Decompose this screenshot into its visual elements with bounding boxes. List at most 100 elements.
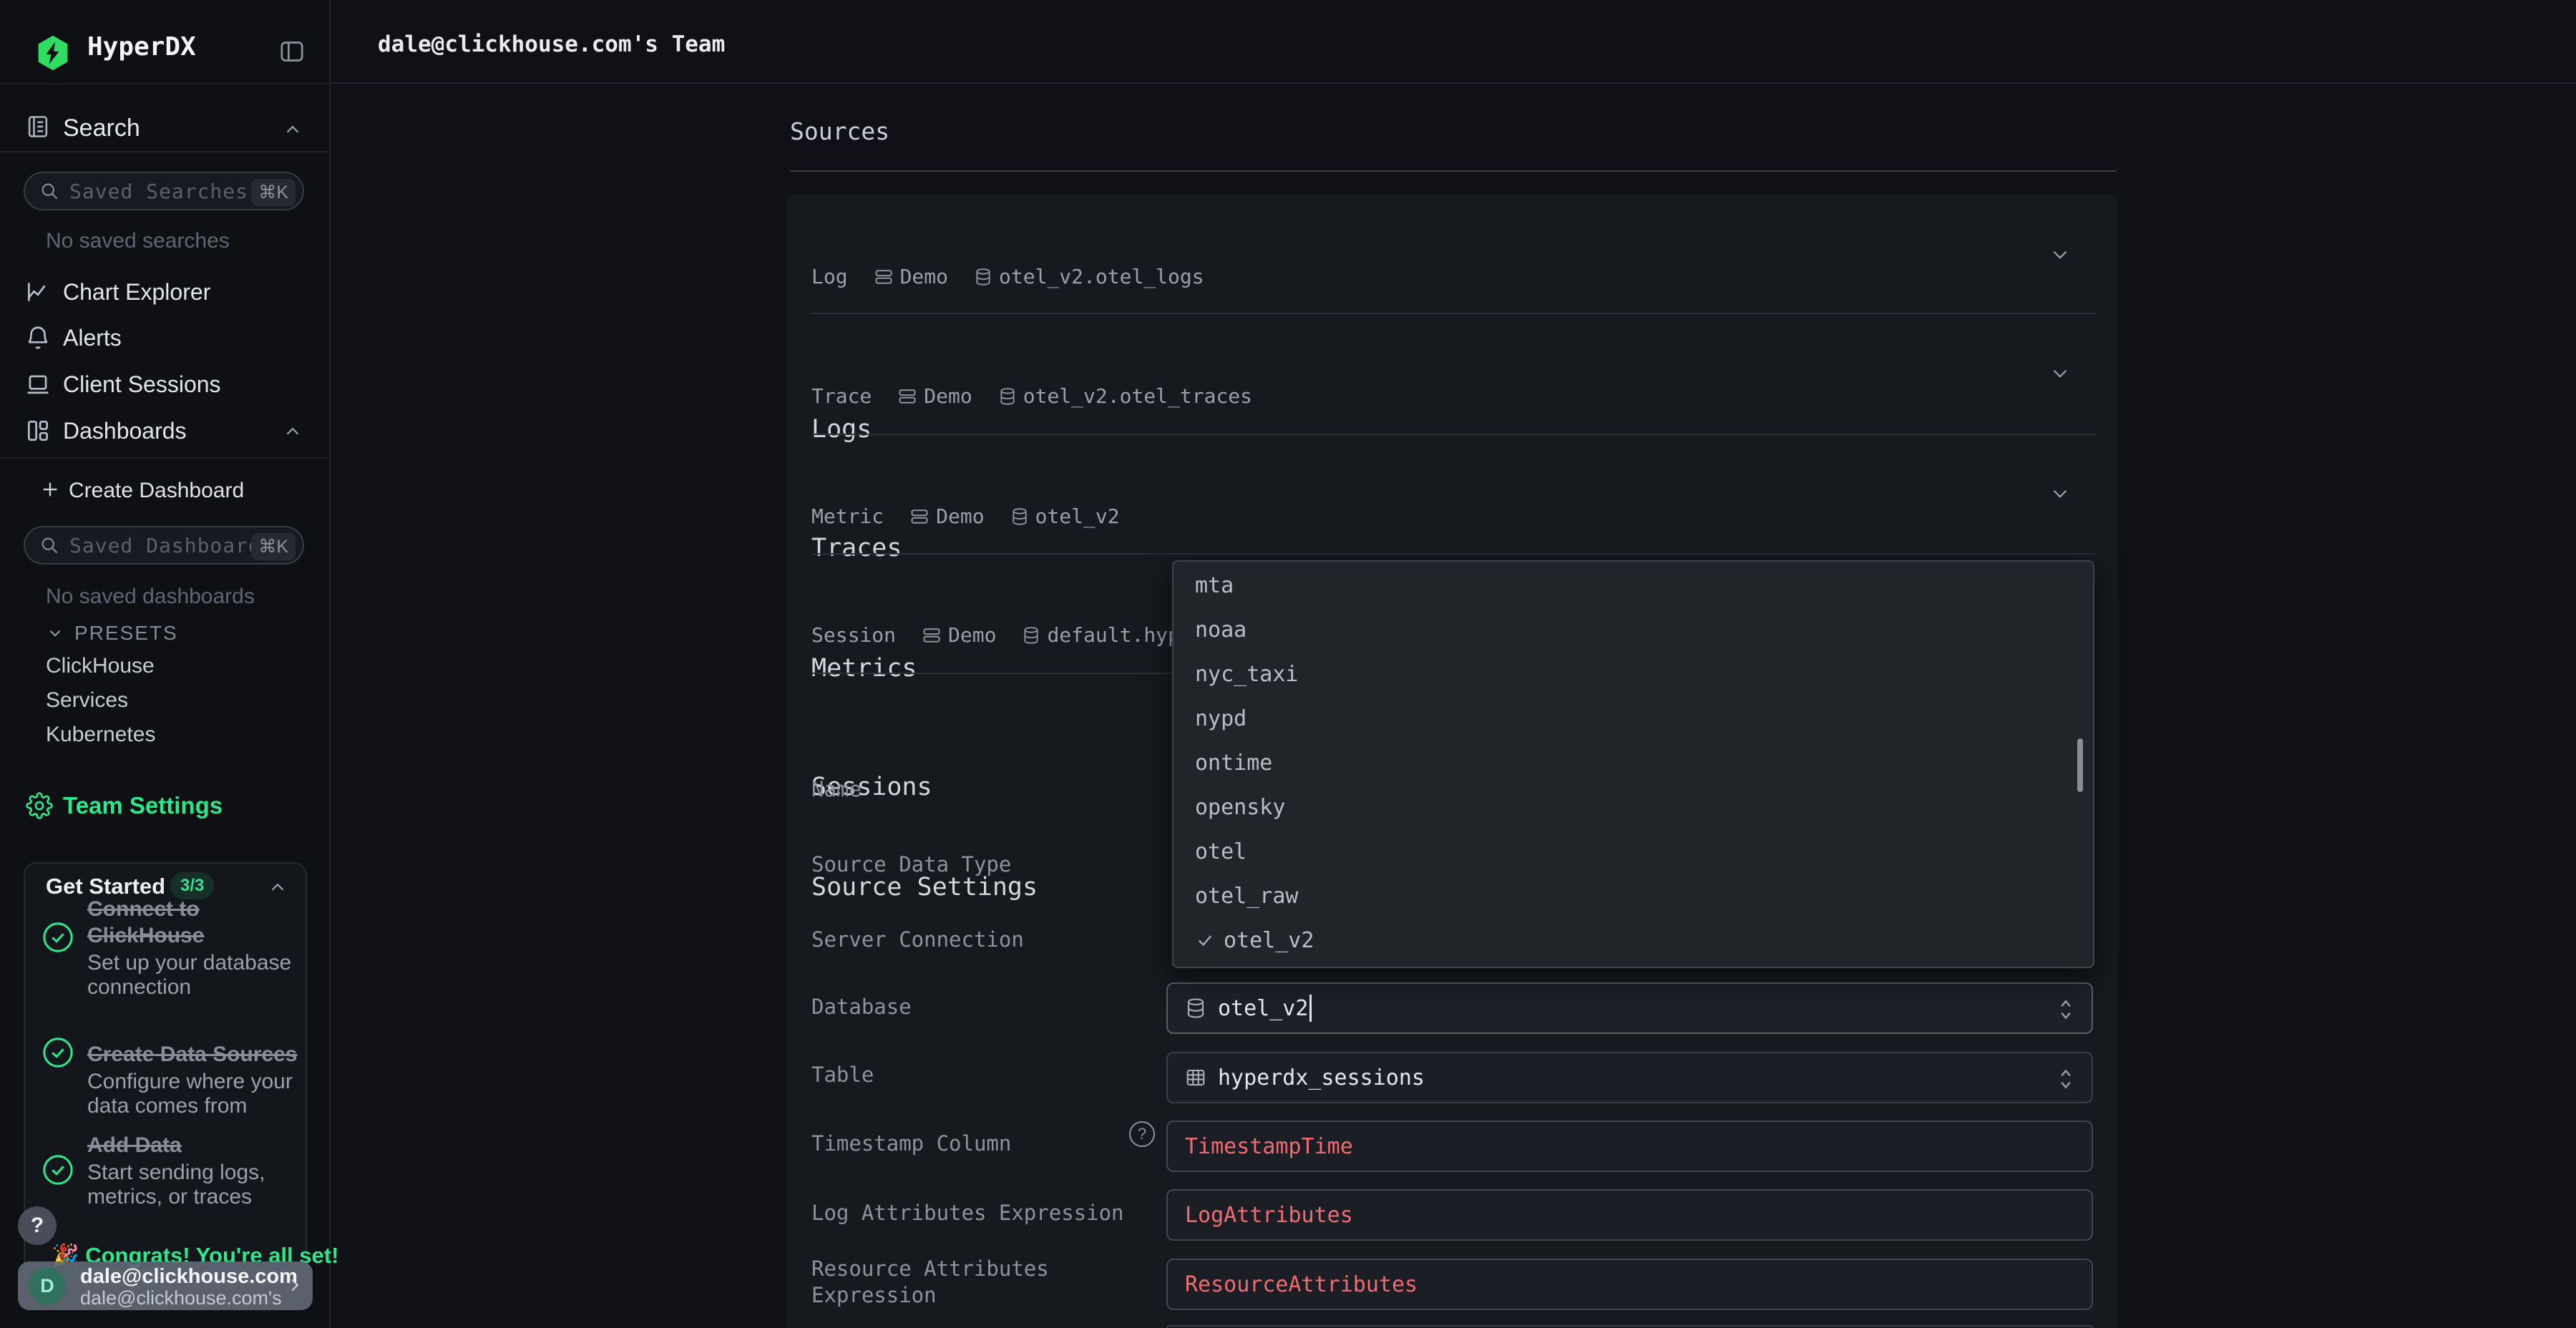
presets-label: PRESETS <box>74 622 178 645</box>
sidebar-item-services[interactable]: Services <box>46 688 128 713</box>
resource-attributes-input[interactable]: ResourceAttributes <box>1166 1259 2093 1310</box>
source-row-meta[interactable]: Metric Demo otel_v2 <box>811 504 1120 528</box>
timestamp-value: TimestampTime <box>1185 1134 1353 1159</box>
chevron-selector-icon <box>2056 1065 2076 1093</box>
app-root: HyperDX Search Sav <box>0 0 2576 1328</box>
brand-name: HyperDX <box>87 32 196 62</box>
chevron-down-icon[interactable] <box>2048 243 2072 267</box>
database-value: otel_v2 <box>1218 996 1308 1021</box>
log-attributes-input[interactable]: LogAttributes <box>1166 1189 2093 1241</box>
source-settings-title: Source Settings <box>811 873 1038 902</box>
sources-section-title: Sources <box>790 117 889 145</box>
sidebar-item-client-sessions[interactable]: Client Sessions <box>0 361 329 407</box>
presets-toggle[interactable]: PRESETS <box>46 620 289 648</box>
get-started-item-title: Connect to ClickHouse <box>87 896 302 949</box>
topbar: dale@clickhouse.com's Team <box>331 0 2576 84</box>
sidebar-item-team-settings[interactable]: Team Settings <box>0 783 329 829</box>
timestamp-help-icon[interactable]: ? <box>1129 1121 1155 1147</box>
server-icon <box>909 507 930 527</box>
server-icon <box>922 625 942 645</box>
dropdown-option[interactable]: ontime <box>1175 741 2062 785</box>
dropdown-option[interactable]: nyc_taxi <box>1175 652 2062 696</box>
sidebar-item-chart-explorer[interactable]: Chart Explorer <box>0 269 329 315</box>
database-icon <box>974 267 992 287</box>
shortcut-badge: ⌘K <box>251 179 296 206</box>
no-saved-searches-note: No saved searches <box>46 229 230 253</box>
search-icon <box>39 535 59 555</box>
option-label: opensky <box>1195 795 1285 820</box>
dropdown-option[interactable]: otel_raw <box>1175 874 2062 918</box>
sidebar-section-search[interactable]: Search <box>0 104 329 150</box>
field-label-log-attributes: Log Attributes Expression <box>811 1201 1124 1225</box>
table-icon <box>1185 1067 1206 1088</box>
sidebar-item-dashboards[interactable]: Dashboards <box>0 408 329 454</box>
chevron-selector-icon <box>2056 996 2076 1023</box>
get-started-card: Get Started 3/3 Connect to ClickHouse Se… <box>24 862 307 1283</box>
source-connection: Demo <box>948 623 996 647</box>
sidebar-item-alerts[interactable]: Alerts <box>0 315 329 361</box>
page-title: dale@clickhouse.com's Team <box>378 31 725 57</box>
saved-searches-placeholder: Saved Searches <box>69 180 248 203</box>
source-row-title: Traces <box>811 534 902 562</box>
option-label: noaa <box>1195 617 1246 643</box>
dropdown-option[interactable]: otel <box>1175 829 2062 874</box>
check-icon <box>1195 930 1215 950</box>
source-connection: Demo <box>924 384 972 408</box>
field-label-server-connection: Server Connection <box>811 927 1024 952</box>
sidebar-item-label: Alerts <box>63 325 122 351</box>
source-table: otel_v2 <box>1035 504 1120 528</box>
chevron-down-icon <box>46 624 64 643</box>
chart-line-icon <box>24 278 52 306</box>
dropdown-option[interactable]: nypd <box>1175 696 2062 741</box>
database-select[interactable]: otel_v2 <box>1166 982 2093 1034</box>
server-icon <box>874 267 894 287</box>
timestamp-column-input[interactable]: TimestampTime <box>1166 1120 2093 1172</box>
get-started-item[interactable]: Add Data Start sending logs, metrics, or… <box>87 1132 302 1209</box>
chevron-down-icon[interactable] <box>2048 361 2072 386</box>
table-select[interactable]: hyperdx_sessions <box>1166 1052 2093 1103</box>
saved-dashboards-placeholder: Saved Dashboards <box>69 534 274 557</box>
get-started-item[interactable]: Connect to ClickHouse Set up your databa… <box>87 896 302 1000</box>
saved-searches-input[interactable]: Saved Searches ⌘K <box>24 172 304 210</box>
sidebar-item-kubernetes[interactable]: Kubernetes <box>46 723 155 747</box>
check-circle-icon <box>42 921 74 954</box>
source-table: otel_v2.otel_logs <box>999 265 1204 288</box>
source-table: otel_v2.otel_traces <box>1023 384 1252 408</box>
dropdown-option[interactable]: mta <box>1175 563 2062 607</box>
resource-attributes-value: ResourceAttributes <box>1185 1272 1418 1297</box>
source-row-meta[interactable]: Trace Demo otel_v2.otel_traces <box>811 384 1252 408</box>
source-row-meta[interactable]: Log Demo otel_v2.otel_logs <box>811 265 1204 288</box>
field-label-name: Name <box>811 777 862 801</box>
dropdown-option-selected[interactable]: otel_v2 <box>1175 918 2062 962</box>
collapse-sidebar-icon[interactable] <box>278 37 306 66</box>
chevron-up-icon <box>282 119 303 140</box>
user-email: dale@clickhouse.com <box>80 1265 298 1289</box>
get-started-item[interactable]: Create Data Sources Configure where your… <box>87 1041 302 1118</box>
dropdown-option[interactable]: noaa <box>1175 607 2062 652</box>
dropdown-scrollbar[interactable] <box>2077 738 2083 792</box>
source-row-title: Logs <box>811 415 872 444</box>
sidebar-item-clickhouse[interactable]: ClickHouse <box>46 654 155 678</box>
create-dashboard-button[interactable]: Create Dashboard <box>0 467 329 512</box>
no-saved-dashboards-note: No saved dashboards <box>46 585 255 609</box>
option-label: otel_v2 <box>1224 928 1314 953</box>
database-icon <box>1022 625 1040 645</box>
database-icon <box>1010 507 1029 527</box>
user-team-name: dale@clickhouse.com's <box>80 1287 282 1309</box>
table-value: hyperdx_sessions <box>1218 1065 1425 1090</box>
source-type: Session <box>811 623 896 647</box>
field-label-database: Database <box>811 995 912 1019</box>
get-started-item-desc: Start sending logs, metrics, or traces <box>87 1161 302 1209</box>
shortcut-badge: ⌘K <box>251 533 296 560</box>
get-started-item-desc: Set up your database connection <box>87 951 302 1000</box>
database-dropdown: mta noaa nyc_taxi nypd ontime opensky ot… <box>1172 560 2094 968</box>
user-menu[interactable]: D dale@clickhouse.com dale@clickhouse.co… <box>18 1261 313 1310</box>
dropdown-option[interactable]: opensky <box>1175 785 2062 829</box>
saved-dashboards-input[interactable]: Saved Dashboards ⌘K <box>24 526 304 565</box>
chevron-up-icon[interactable] <box>267 877 288 898</box>
log-attributes-value: LogAttributes <box>1185 1203 1353 1228</box>
help-button[interactable]: ? <box>18 1206 57 1245</box>
bell-icon <box>24 324 52 351</box>
chevron-down-icon[interactable] <box>2048 482 2072 506</box>
search-section-icon <box>24 113 52 140</box>
